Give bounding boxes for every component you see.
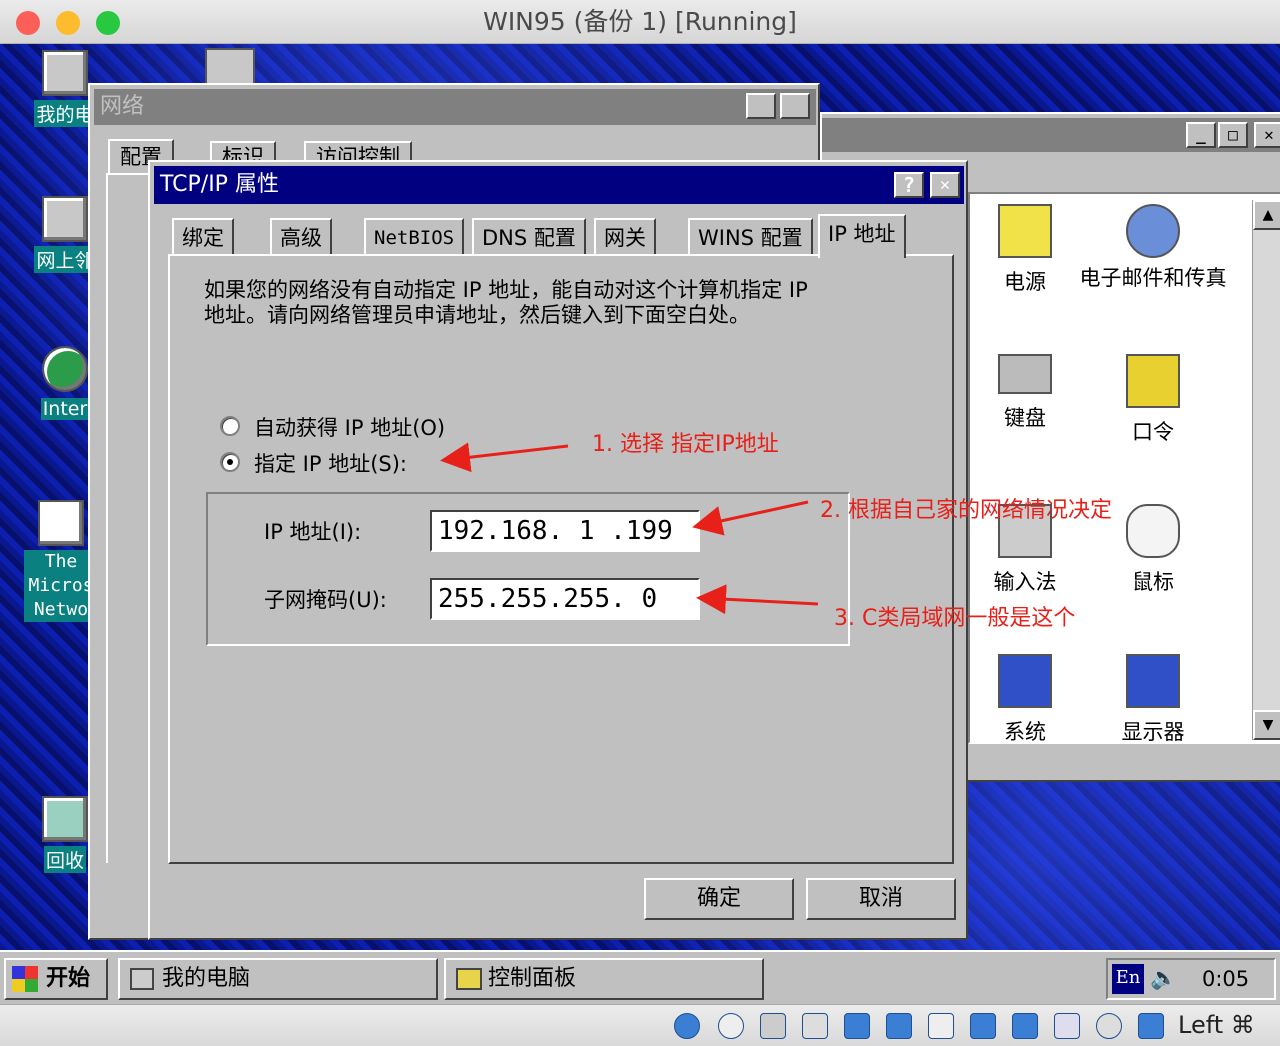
optical-disc-icon[interactable] (718, 1013, 744, 1039)
network-icon[interactable] (844, 1013, 870, 1039)
virtualbox-statusbar: Left ⌘ (0, 1004, 1280, 1046)
shared-folder-icon[interactable] (928, 1013, 954, 1039)
arrow-2 (692, 500, 809, 536)
taskbar-control-panel[interactable]: 控制面板 (444, 958, 764, 1000)
arrow-1 (440, 442, 569, 473)
windows-logo-icon (12, 966, 38, 992)
taskbar: 开始 我的电脑 控制面板 En 🔈 0:05 (0, 950, 1280, 1004)
clock: 0:05 (1202, 967, 1250, 991)
mouse-integration-icon[interactable] (1096, 1013, 1122, 1039)
system-tray: En 🔈 0:05 (1106, 958, 1276, 1000)
audio-icon[interactable] (802, 1013, 828, 1039)
display-icon[interactable] (970, 1013, 996, 1039)
host-key-label: Left ⌘ (1178, 1011, 1255, 1039)
keyboard-capture-icon[interactable] (1138, 1013, 1164, 1039)
floppy-icon[interactable] (760, 1013, 786, 1039)
hard-disk-icon[interactable] (674, 1013, 700, 1039)
video-capture-icon[interactable] (1012, 1013, 1038, 1039)
control-panel-icon (456, 968, 482, 990)
arrow-3 (696, 584, 819, 615)
vm-state-icon[interactable] (1054, 1013, 1080, 1039)
annotation-3: 3. C类局域网一般是这个 (834, 606, 1076, 631)
annotation-1: 1. 选择 指定IP地址 (592, 432, 779, 457)
language-indicator[interactable]: En (1112, 964, 1144, 994)
speaker-icon[interactable]: 🔈 (1150, 966, 1177, 992)
start-button[interactable]: 开始 (4, 958, 108, 1000)
computer-icon (130, 968, 154, 990)
usb-icon[interactable] (886, 1013, 912, 1039)
taskbar-my-computer[interactable]: 我的电脑 (118, 958, 438, 1000)
annotation-2: 2. 根据自己家的网络情况决定 (820, 498, 1112, 523)
tab-ip-address[interactable]: IP 地址 (818, 214, 906, 258)
